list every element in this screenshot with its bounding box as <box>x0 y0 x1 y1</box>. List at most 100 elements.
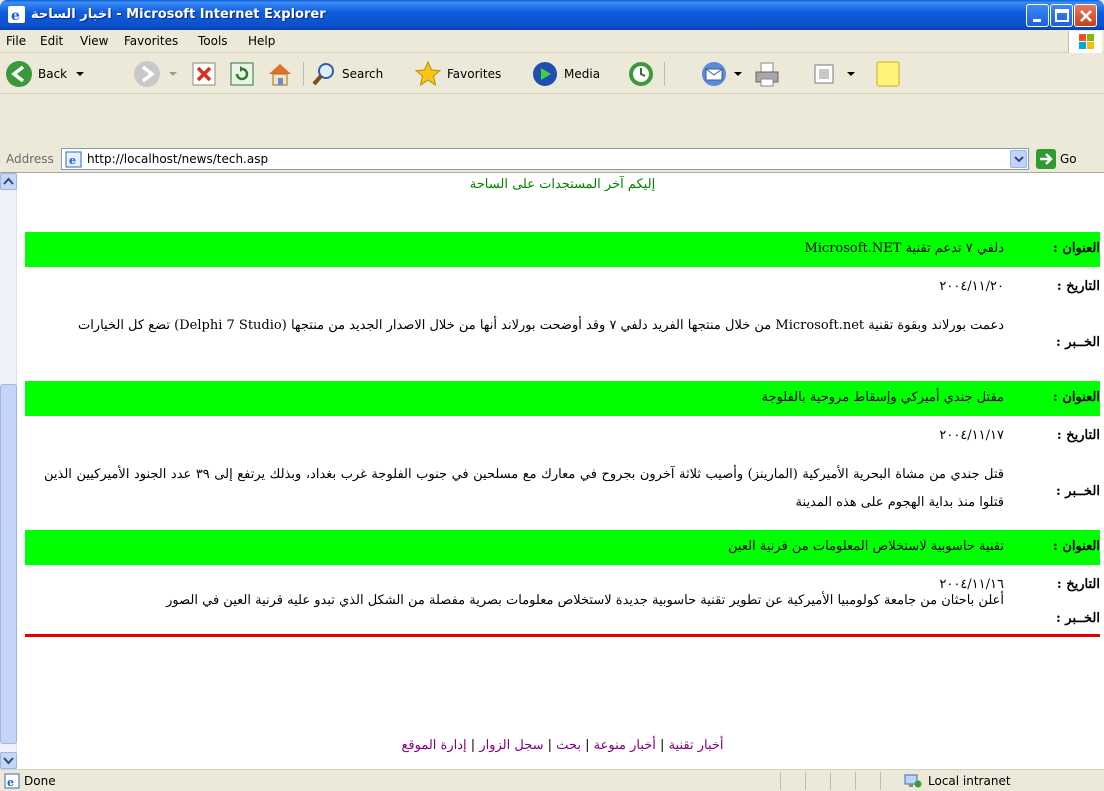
media-label: Media <box>564 67 601 81</box>
news-page: إليكم آخر المستجدات على الساحة العنوان :… <box>25 173 1100 769</box>
printer-icon <box>755 62 779 87</box>
scroll-thumb[interactable] <box>0 384 17 744</box>
forward-arrow-icon <box>134 61 160 87</box>
address-bar: Address e http://localhost/news/tech.asp… <box>0 145 1104 173</box>
security-zone: Local intranet <box>928 774 1011 788</box>
scroll-down-button[interactable] <box>0 752 17 769</box>
menu-file[interactable]: File <box>6 34 26 48</box>
toolbar-separator <box>303 62 304 86</box>
home-button[interactable] <box>265 59 295 89</box>
maximize-button[interactable] <box>1050 4 1073 27</box>
stop-button[interactable] <box>190 59 218 89</box>
media-button[interactable]: Media <box>530 59 600 89</box>
mail-icon <box>702 62 726 86</box>
chevron-down-icon <box>1014 156 1024 163</box>
favorites-label: Favorites <box>447 67 502 81</box>
footer-separator: | <box>547 738 553 753</box>
address-url: http://localhost/news/tech.asp <box>87 152 269 166</box>
chevron-down-icon <box>76 72 85 76</box>
chevron-down-icon <box>847 72 855 76</box>
article-title-row: العنوان : تقنية حاسوبية لاستخلاص المعلوم… <box>25 530 1100 565</box>
menu-tools[interactable]: Tools <box>198 34 228 48</box>
favorites-star-icon <box>414 60 442 87</box>
menu-view[interactable]: View <box>80 34 108 48</box>
page-headline: إليكم آخر المستجدات على الساحة <box>469 177 656 192</box>
footer-link-site-admin[interactable]: إدارة الموقع <box>401 738 466 753</box>
menu-edit[interactable]: Edit <box>40 34 63 48</box>
back-label: Back <box>38 67 68 81</box>
footer-link-misc-news[interactable]: أخبار منوعة <box>594 738 656 753</box>
window-title: اخبار الساحة - Microsoft Internet Explor… <box>31 7 326 22</box>
vertical-scrollbar[interactable] <box>0 173 17 769</box>
favorites-button[interactable]: Favorites <box>413 59 501 89</box>
article-body: دعمت بورلاند وبقوة تقنية Microsoft.net م… <box>77 318 1004 333</box>
refresh-icon <box>230 62 254 86</box>
chevron-down-icon <box>734 72 742 76</box>
history-icon <box>629 62 653 86</box>
home-icon <box>269 64 291 86</box>
news-label: الخــبر : <box>1055 611 1100 626</box>
note-icon <box>876 61 900 87</box>
search-label: Search <box>342 67 384 81</box>
status-divider <box>805 772 806 790</box>
date-label: التاريخ : <box>1056 279 1100 294</box>
footer-separator: | <box>660 738 665 753</box>
media-icon <box>533 62 557 86</box>
news-label: الخــبر : <box>1055 335 1100 350</box>
menu-favorites[interactable]: Favorites <box>124 34 178 48</box>
minimize-button[interactable] <box>1026 4 1049 27</box>
address-input[interactable]: e http://localhost/news/tech.asp <box>61 148 1029 170</box>
stop-icon <box>192 62 216 86</box>
back-arrow-icon <box>6 61 32 87</box>
footer-separator: | <box>585 738 590 753</box>
footer-link-tech-news[interactable]: أخبار تقنية <box>669 738 724 753</box>
intranet-zone-icon <box>904 774 922 788</box>
print-button[interactable] <box>752 59 782 89</box>
refresh-button[interactable] <box>228 59 256 89</box>
date-label: التاريخ : <box>1056 428 1100 443</box>
menu-help[interactable]: Help <box>248 34 275 48</box>
status-divider <box>880 772 881 790</box>
search-button[interactable]: Search <box>310 59 383 89</box>
address-dropdown[interactable] <box>1010 150 1027 168</box>
scroll-up-button[interactable] <box>0 173 17 190</box>
toolbar-separator <box>664 62 665 86</box>
article-title: مقتل جندي أميركي وإسقاط مروحية بالفلوجة <box>761 390 1004 405</box>
status-text: Done <box>24 774 56 788</box>
news-label: الخــبر : <box>1055 484 1100 499</box>
go-button[interactable]: Go <box>1036 149 1077 169</box>
page-done-icon: e <box>4 773 20 789</box>
ie-logo-icon: e <box>8 6 25 23</box>
back-button[interactable]: Back <box>4 59 87 89</box>
standard-toolbar: Back Search Favorites Media <box>0 54 1104 94</box>
footer-link-guestbook[interactable]: سجل الزوار <box>479 738 543 753</box>
article-date: ٢٠٠٤/١١/١٧ <box>939 428 1004 443</box>
article-body: أعلن باحثان من جامعة كولومبيا الأميركية … <box>166 593 1004 608</box>
toolbar-spacer <box>0 95 1104 145</box>
article-date: ٢٠٠٤/١١/٢٠ <box>939 279 1004 294</box>
footer-link-search[interactable]: بحث <box>556 738 581 753</box>
footer-nav: أخبار تقنية | أخبار منوعة | بحث | سجل ال… <box>25 738 1100 753</box>
forward-button[interactable] <box>132 59 180 89</box>
history-button[interactable] <box>626 59 656 89</box>
chevron-down-icon <box>3 757 14 765</box>
mail-button[interactable] <box>700 59 744 89</box>
status-bar: e Done Local intranet <box>0 769 1104 791</box>
messenger-button[interactable] <box>873 59 903 89</box>
edit-button[interactable] <box>810 59 858 89</box>
title-bar[interactable]: e اخبار الساحة - Microsoft Internet Expl… <box>0 0 1104 30</box>
windows-flag-icon <box>1079 34 1094 49</box>
chevron-down-icon <box>169 72 177 76</box>
title-label: العنوان : <box>1053 539 1100 554</box>
close-button[interactable] <box>1074 4 1097 27</box>
red-divider <box>25 634 1100 637</box>
svg-text:e: e <box>11 8 20 23</box>
edit-page-icon <box>814 64 834 84</box>
title-label: العنوان : <box>1053 390 1100 405</box>
title-label: العنوان : <box>1053 241 1100 256</box>
close-icon <box>1080 10 1092 22</box>
page-icon: e <box>65 151 82 168</box>
minimize-icon <box>1033 19 1041 22</box>
date-label: التاريخ : <box>1056 577 1100 592</box>
article-title-row: العنوان : دلفي ٧ تدعم تقنية Microsoft.NE… <box>25 232 1100 267</box>
